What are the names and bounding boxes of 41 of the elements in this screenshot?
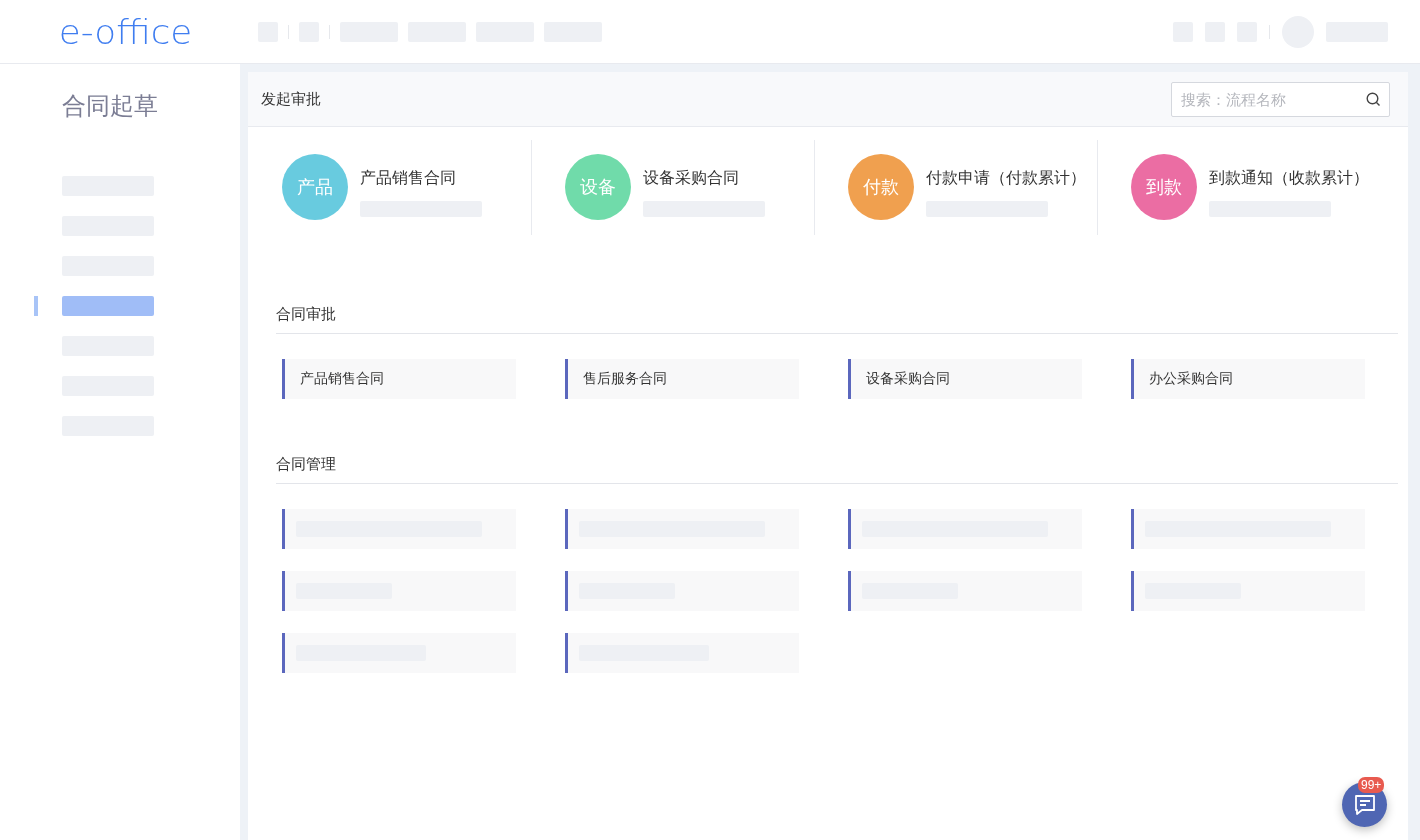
workflow-item[interactable]	[565, 633, 799, 673]
notification-badge: 99+	[1358, 777, 1385, 793]
workflow-label: 产品销售合同	[300, 370, 384, 388]
workflow-item[interactable]	[1131, 571, 1365, 611]
sidebar-title: 合同起草	[62, 91, 159, 121]
workflow-title: 付款申请（付款累计）	[926, 168, 1086, 188]
chat-icon	[1352, 792, 1377, 817]
workflow-badge: 设备	[565, 154, 631, 220]
panel-title: 发起审批	[261, 89, 321, 109]
workflow-card[interactable]: 产品 产品销售合同	[249, 140, 532, 235]
workflow-card[interactable]: 到款 到款通知（收款累计）	[1098, 140, 1381, 235]
workflow-item[interactable]	[848, 509, 1082, 549]
workflow-badge: 产品	[282, 154, 348, 220]
workflow-title: 到款通知（收款累计）	[1209, 168, 1369, 188]
workflow-label: 设备采购合同	[866, 370, 950, 388]
workflow-item[interactable]: 办公采购合同	[1131, 359, 1365, 399]
workflow-item[interactable]	[282, 509, 516, 549]
workflow-label: 办公采购合同	[1149, 370, 1233, 388]
workflow-title: 产品销售合同	[360, 168, 457, 188]
workflow-badge: 到款	[1131, 154, 1197, 220]
workflow-item[interactable]	[1131, 509, 1365, 549]
workflow-item[interactable]	[565, 571, 799, 611]
search-icon[interactable]	[1366, 91, 1381, 107]
workflow-card[interactable]: 付款 付款申请（付款累计）	[815, 140, 1098, 235]
workflow-badge: 付款	[848, 154, 914, 220]
sidebar-item[interactable]	[62, 296, 154, 316]
logo[interactable]: e-office	[59, 11, 193, 52]
workflow-item[interactable]: 产品销售合同	[282, 359, 516, 399]
workflow-item[interactable]	[848, 571, 1082, 611]
workflow-title: 设备采购合同	[643, 168, 740, 188]
workflow-card[interactable]: 设备 设备采购合同	[532, 140, 815, 235]
workflow-item[interactable]: 设备采购合同	[848, 359, 1082, 399]
workflow-item[interactable]: 售后服务合同	[565, 359, 799, 399]
workflow-label: 售后服务合同	[583, 370, 667, 388]
selection-indicator	[34, 296, 38, 316]
workflow-item[interactable]	[565, 509, 799, 549]
section-title: 合同审批	[276, 305, 1398, 334]
search-field[interactable]: 搜索：流程名称	[1171, 81, 1390, 117]
section-title: 合同管理	[276, 455, 1398, 484]
workflow-item[interactable]	[282, 633, 516, 673]
workflow-item[interactable]	[282, 571, 516, 611]
